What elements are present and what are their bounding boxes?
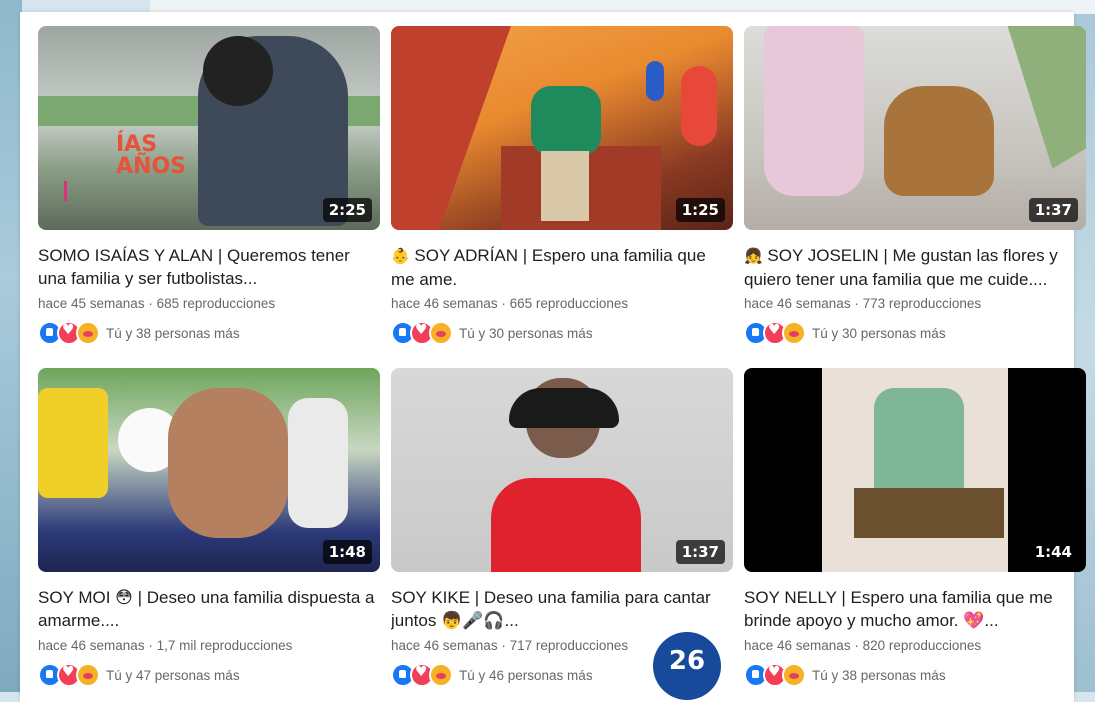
snowman-left (38, 388, 108, 498)
reactions-text[interactable]: Tú y 38 personas más (106, 326, 240, 341)
person-pants (541, 151, 589, 221)
video-meta: hace 46 semanas · 1,7 mil reproducciones (38, 638, 293, 653)
video-title-text[interactable]: SOY ADRÍAN | Espero una familia que me a… (391, 246, 706, 289)
person-jacket (531, 86, 601, 156)
baby-emoji-icon: 👶 (391, 247, 410, 265)
video-thumbnail[interactable]: 1:37 (391, 368, 733, 572)
accent-mark (64, 181, 67, 201)
red-shirt (491, 478, 641, 572)
video-thumbnail[interactable]: 1:44 (744, 368, 1086, 572)
railing (288, 398, 348, 528)
video-thumbnail[interactable]: 1:37 (744, 26, 1086, 230)
dress (764, 26, 864, 196)
video-thumbnail[interactable]: ÍAS AÑOS 2:25 (38, 26, 380, 230)
video-title-text[interactable]: SOY NELLY | Espero una familia que me br… (744, 588, 1053, 630)
care-icon (76, 321, 100, 345)
video-title-text[interactable]: SOY MOI 😳 | Deseo una familia dispuesta … (38, 588, 374, 630)
video-duration: 2:25 (322, 198, 372, 222)
reactions-text[interactable]: Tú y 38 personas más (812, 668, 946, 683)
child-head (203, 36, 273, 106)
video-title[interactable]: 👶 SOY ADRÍAN | Espero una familia que me… (391, 244, 733, 290)
care-icon (429, 321, 453, 345)
video-duration: 1:44 (1028, 540, 1078, 564)
reaction-icons (38, 663, 100, 687)
video-title-text[interactable]: SOY JOSELIN | Me gustan las flores y qui… (744, 246, 1058, 289)
reactions-row[interactable]: Tú y 47 personas más (38, 663, 380, 687)
video-title[interactable]: SOY KIKE | Deseo una familia para cantar… (391, 586, 733, 632)
reactions-text[interactable]: Tú y 30 personas más (812, 326, 946, 341)
reactions-row[interactable]: Tú y 38 personas más (744, 663, 1086, 687)
video-thumbnail[interactable]: 1:25 (391, 26, 733, 230)
care-icon (782, 321, 806, 345)
wall-drawing-blue (646, 61, 664, 101)
table-board (854, 488, 1004, 538)
video-card[interactable]: 1:48 SOY MOI 😳 | Deseo una familia dispu… (38, 368, 380, 687)
video-title[interactable]: SOY NELLY | Espero una familia que me br… (744, 586, 1086, 632)
video-card[interactable]: 1:37 👧 SOY JOSELIN | Me gustan las flore… (744, 26, 1086, 345)
background-left-edge (0, 0, 22, 692)
page-number-badge: 26 (653, 632, 721, 700)
girl-emoji-icon: 👧 (744, 247, 763, 265)
wall-drawing (681, 66, 717, 146)
video-card[interactable]: 1:25 👶 SOY ADRÍAN | Espero una familia q… (391, 26, 733, 345)
reactions-text[interactable]: Tú y 30 personas más (459, 326, 593, 341)
reaction-icons (744, 663, 806, 687)
video-thumbnail[interactable]: 1:48 (38, 368, 380, 572)
video-title-text[interactable]: SOY KIKE | Deseo una familia para cantar… (391, 588, 711, 630)
video-meta: hace 46 semanas · 820 reproducciones (744, 638, 982, 653)
reactions-row[interactable]: Tú y 30 personas más (391, 321, 733, 345)
child-hair (509, 388, 619, 428)
dog (884, 86, 994, 196)
video-meta: hace 46 semanas · 665 reproducciones (391, 296, 629, 311)
video-duration: 1:37 (1028, 198, 1078, 222)
overlay-text: ÍAS AÑOS (116, 132, 186, 179)
video-title[interactable]: 👧 SOY JOSELIN | Me gustan las flores y q… (744, 244, 1086, 290)
video-title[interactable]: SOMO ISAÍAS Y ALAN | Queremos tener una … (38, 244, 380, 290)
reaction-icons (391, 321, 453, 345)
video-duration: 1:37 (675, 540, 725, 564)
wall-left (391, 26, 511, 230)
care-icon (76, 663, 100, 687)
reaction-icons (744, 321, 806, 345)
reaction-icons (38, 321, 100, 345)
child-face-blurred (168, 388, 288, 538)
video-meta: hace 46 semanas · 773 reproducciones (744, 296, 982, 311)
reactions-text[interactable]: Tú y 47 personas más (106, 668, 240, 683)
care-icon (429, 663, 453, 687)
video-title-text[interactable]: SOMO ISAÍAS Y ALAN | Queremos tener una … (38, 246, 350, 288)
reactions-row[interactable]: Tú y 30 personas más (744, 321, 1086, 345)
video-grid-panel: ÍAS AÑOS 2:25 SOMO ISAÍAS Y ALAN | Quere… (20, 12, 1086, 702)
reactions-row[interactable]: Tú y 38 personas más (38, 321, 380, 345)
reactions-text[interactable]: Tú y 46 personas más (459, 668, 593, 683)
care-icon (782, 663, 806, 687)
video-duration: 1:48 (322, 540, 372, 564)
video-meta: hace 45 semanas · 685 reproducciones (38, 296, 276, 311)
video-card[interactable]: ÍAS AÑOS 2:25 SOMO ISAÍAS Y ALAN | Quere… (38, 26, 380, 345)
reaction-icons (391, 663, 453, 687)
video-card[interactable]: 1:44 SOY NELLY | Espero una familia que … (744, 368, 1086, 687)
video-title[interactable]: SOY MOI 😳 | Deseo una familia dispuesta … (38, 586, 380, 632)
video-duration: 1:25 (675, 198, 725, 222)
